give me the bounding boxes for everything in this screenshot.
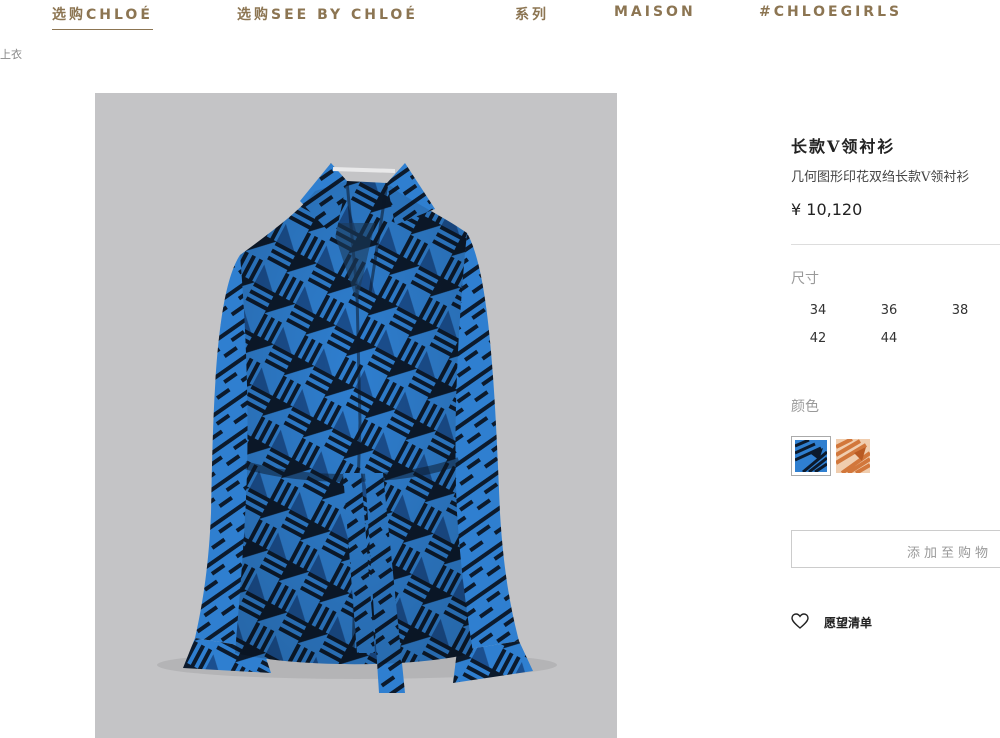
breadcrumb[interactable]: 上衣	[0, 46, 22, 62]
size-option-34[interactable]: 34	[798, 303, 838, 318]
nav-maison[interactable]: MAISON	[614, 4, 696, 20]
top-navigation: 选购CHLOÉ 选购SEE BY CHLOÉ 系列 MAISON #CHLOEG…	[0, 0, 1000, 40]
product-image[interactable]	[95, 93, 617, 738]
blue-print-thumbnail	[795, 440, 827, 472]
nav-shop-chloe[interactable]: 选购CHLOÉ	[52, 4, 153, 30]
product-price: ¥ 10,120	[791, 200, 863, 219]
size-option-38[interactable]: 38	[940, 303, 980, 318]
color-swatch-orange[interactable]	[833, 436, 873, 476]
heart-icon	[791, 613, 809, 629]
wishlist-label: 愿望清单	[824, 616, 873, 630]
nav-collections[interactable]: 系列	[515, 4, 549, 24]
divider	[791, 244, 1000, 245]
add-to-cart-button[interactable]: 添加至购物	[791, 530, 1000, 568]
color-swatch-blue[interactable]	[791, 436, 831, 476]
orange-print-thumbnail	[836, 439, 870, 473]
size-option-44[interactable]: 44	[869, 331, 909, 346]
product-title: 长款V领衬衫	[791, 137, 896, 156]
size-option-36[interactable]: 36	[869, 303, 909, 318]
add-to-cart-label: 添加至购物	[907, 546, 993, 561]
blouse-illustration	[157, 163, 557, 693]
size-label: 尺寸	[791, 271, 819, 287]
size-option-42[interactable]: 42	[798, 331, 838, 346]
nav-chloegirls[interactable]: #CHLOEGIRLS	[759, 4, 902, 20]
product-subtitle: 几何图形印花双绉长款V领衬衫	[791, 170, 970, 185]
nav-shop-see-by-chloe[interactable]: 选购SEE BY CHLOÉ	[237, 4, 418, 24]
color-label: 颜色	[791, 399, 819, 415]
